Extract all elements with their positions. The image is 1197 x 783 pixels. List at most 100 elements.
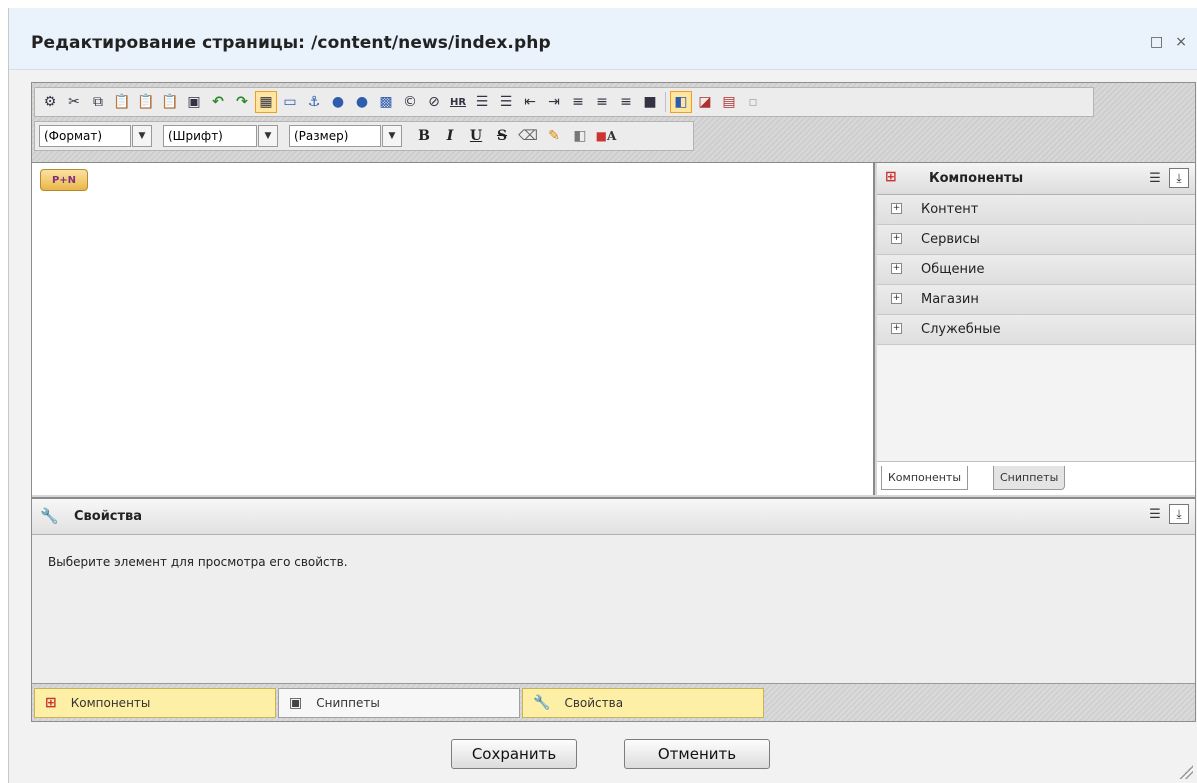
snippet-icon: ▣ [289,695,303,711]
text-color-button[interactable]: ■ A [595,125,617,147]
frame-icon[interactable]: ▭ [279,91,301,113]
chevron-down-icon[interactable]: ▼ [382,125,402,147]
copyright-icon[interactable]: © [399,91,421,113]
link-icon[interactable]: ● [327,91,349,113]
component-group-shop[interactable]: + Магазин [877,285,1195,315]
unlink-icon[interactable]: ● [351,91,373,113]
dialog-titlebar[interactable]: Редактирование страницы: /content/news/i… [9,8,1197,70]
save-button[interactable]: Сохранить [451,739,577,769]
undo-icon[interactable]: ↶ [207,91,229,113]
bottom-tab-snippets[interactable]: ▣ Сниппеты [278,688,520,718]
toolbar-row-1: ⚙ ✂ ⧉ 📋 📋 📋 ▣ ↶ ↷ ▦ ▭ ⚓ ● ● ▩ © ⊘ HR ☰ ☰ [34,87,1094,117]
component-group-label: Служебные [921,322,1001,337]
format-select-value: (Формат) [44,129,103,143]
source-icon[interactable]: ▣ [183,91,205,113]
editor-toolbar: ⚙ ✂ ⧉ 📋 📋 📋 ▣ ↶ ↷ ▦ ▭ ⚓ ● ● ▩ © ⊘ HR ☰ ☰ [32,83,1195,163]
anchor-icon[interactable]: ⚓ [303,91,325,113]
wrench-icon: 🔧 [40,507,59,525]
bottom-tab-properties[interactable]: 🔧 Свойства [522,688,764,718]
edit-page-dialog: Редактирование страницы: /content/news/i… [8,8,1197,783]
table-icon[interactable]: ▦ [255,91,277,113]
expand-icon[interactable]: + [891,323,902,334]
size-select[interactable]: (Размер) ▼ [289,125,402,147]
component-group-label: Сервисы [921,232,980,247]
bottom-tab-label: Свойства [564,696,624,710]
strikethrough-button[interactable]: S [491,125,513,147]
align-center-icon[interactable]: ≡ [591,91,613,113]
toolbar-row-2: (Формат) ▼ (Шрифт) ▼ (Размер) ▼ B I U S [34,121,694,151]
outdent-icon[interactable]: ⇤ [519,91,541,113]
justify-icon[interactable]: ■ [639,91,661,113]
chevron-down-icon[interactable]: ▼ [258,125,278,147]
html-editor: ⚙ ✂ ⧉ 📋 📋 📋 ▣ ↶ ↷ ▦ ▭ ⚓ ● ● ▩ © ⊘ HR ☰ ☰ [31,82,1196,722]
italic-button[interactable]: I [439,125,461,147]
close-icon[interactable]: × [1175,34,1187,50]
tab-components[interactable]: Компоненты [881,466,969,490]
horizontal-rule-icon[interactable]: HR [447,91,469,113]
editor-content-area[interactable]: P+N [32,163,875,495]
panel-menu-icon[interactable]: ☰ [1145,168,1165,188]
view-code-icon[interactable]: ◪ [694,91,716,113]
properties-panel-title: Свойства [74,509,143,524]
properties-panel-header: 🔧 Свойства ☰ ⤓ [32,499,1195,535]
bottom-panel-tabs: ⊞ Компоненты ▣ Сниппеты 🔧 Свойства [32,683,1195,721]
copy-icon[interactable]: ⧉ [87,91,109,113]
chevron-down-icon[interactable]: ▼ [132,125,152,147]
component-group-label: Контент [921,202,979,217]
side-panel-tabs: Компоненты Сниппеты [877,461,1195,495]
dialog-footer: Сохранить Отменить [9,722,1197,783]
align-left-icon[interactable]: ≡ [567,91,589,113]
font-select-value: (Шрифт) [168,129,223,143]
settings-icon[interactable]: ⚙ [39,91,61,113]
bold-button[interactable]: B [413,125,435,147]
restore-icon[interactable]: □ [1150,34,1163,50]
unordered-list-icon[interactable]: ☰ [495,91,517,113]
expand-icon[interactable]: + [891,203,902,214]
format-select[interactable]: (Формат) ▼ [39,125,152,147]
component-group-services[interactable]: + Сервисы [877,225,1195,255]
ordered-list-icon[interactable]: ☰ [471,91,493,113]
components-icon: ⊞ [885,169,897,185]
paste-icon[interactable]: 📋 [111,91,133,113]
cut-icon[interactable]: ✂ [63,91,85,113]
components-panel: ⊞ Компоненты ☰ ⤓ + Контент + Сервисы + О… [877,163,1195,495]
special-char-icon[interactable]: ⊘ [423,91,445,113]
components-panel-header: ⊞ Компоненты ☰ ⤓ [877,163,1195,195]
component-group-communication[interactable]: + Общение [877,255,1195,285]
resize-handle[interactable] [1179,765,1193,779]
bottom-tab-label: Сниппеты [316,696,380,710]
expand-icon[interactable]: + [891,293,902,304]
properties-hint: Выберите элемент для просмотра его свойс… [48,555,348,569]
php-code-icon[interactable]: P+N [40,169,88,191]
image-icon[interactable]: ▩ [375,91,397,113]
paste-text-icon[interactable]: 📋 [159,91,181,113]
bottom-tab-label: Компоненты [70,696,151,710]
underline-button[interactable]: U [465,125,487,147]
cancel-button[interactable]: Отменить [624,739,770,769]
bottom-tab-components[interactable]: ⊞ Компоненты [34,688,276,718]
paste-word-icon[interactable]: 📋 [135,91,157,113]
component-group-content[interactable]: + Контент [877,195,1195,225]
panel-menu-icon[interactable]: ☰ [1145,504,1165,524]
wrench-icon: 🔧 [533,695,551,711]
expand-icon[interactable]: + [891,263,902,274]
tab-snippets[interactable]: Сниппеты [993,466,1066,490]
align-right-icon[interactable]: ≡ [615,91,637,113]
panel-collapse-icon[interactable]: ⤓ [1169,168,1189,188]
panel-collapse-icon[interactable]: ⤓ [1169,504,1189,524]
eraser-icon[interactable]: ⌫ [517,125,539,147]
component-group-service[interactable]: + Служебные [877,315,1195,345]
view-both-icon[interactable]: ▤ [718,91,740,113]
view-split-icon[interactable]: ◧ [670,91,692,113]
fullscreen-icon[interactable]: ▫ [742,91,764,113]
size-select-value: (Размер) [294,129,349,143]
components-panel-title: Компоненты [929,171,1024,186]
expand-icon[interactable]: + [891,233,902,244]
text-background-icon[interactable]: ◧ [569,125,591,147]
toolbar-separator [665,92,666,112]
component-group-label: Общение [921,262,985,277]
font-select[interactable]: (Шрифт) ▼ [163,125,278,147]
brush-icon[interactable]: ✎ [543,125,565,147]
redo-icon[interactable]: ↷ [231,91,253,113]
indent-icon[interactable]: ⇥ [543,91,565,113]
